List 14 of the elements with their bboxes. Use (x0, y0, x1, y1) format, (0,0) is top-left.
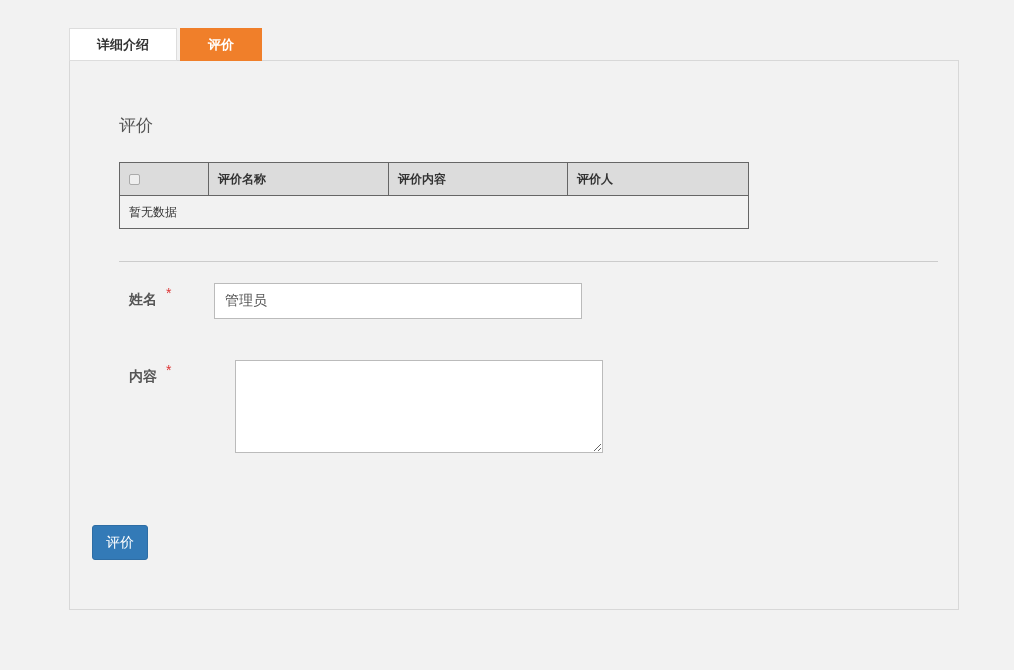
column-header: 评价名称 (208, 162, 389, 195)
column-header: 评价人 (575, 170, 615, 188)
tab[interactable]: 详细介绍 (69, 28, 177, 61)
empty-table-message: 暂无数据 (128, 203, 178, 221)
required-asterisk: * (166, 360, 172, 380)
content-textarea[interactable] (235, 359, 603, 453)
select-all-checkbox[interactable] (129, 174, 140, 185)
submit-button[interactable]: 评价 (92, 524, 148, 560)
name-input[interactable]: 管理员 (214, 282, 582, 319)
field-label: 内容 (129, 366, 157, 386)
section-title: 评价 (119, 115, 154, 137)
required-asterisk: * (166, 283, 172, 303)
field-label: 姓名 (129, 289, 157, 309)
column-header: 评价内容 (388, 162, 569, 195)
